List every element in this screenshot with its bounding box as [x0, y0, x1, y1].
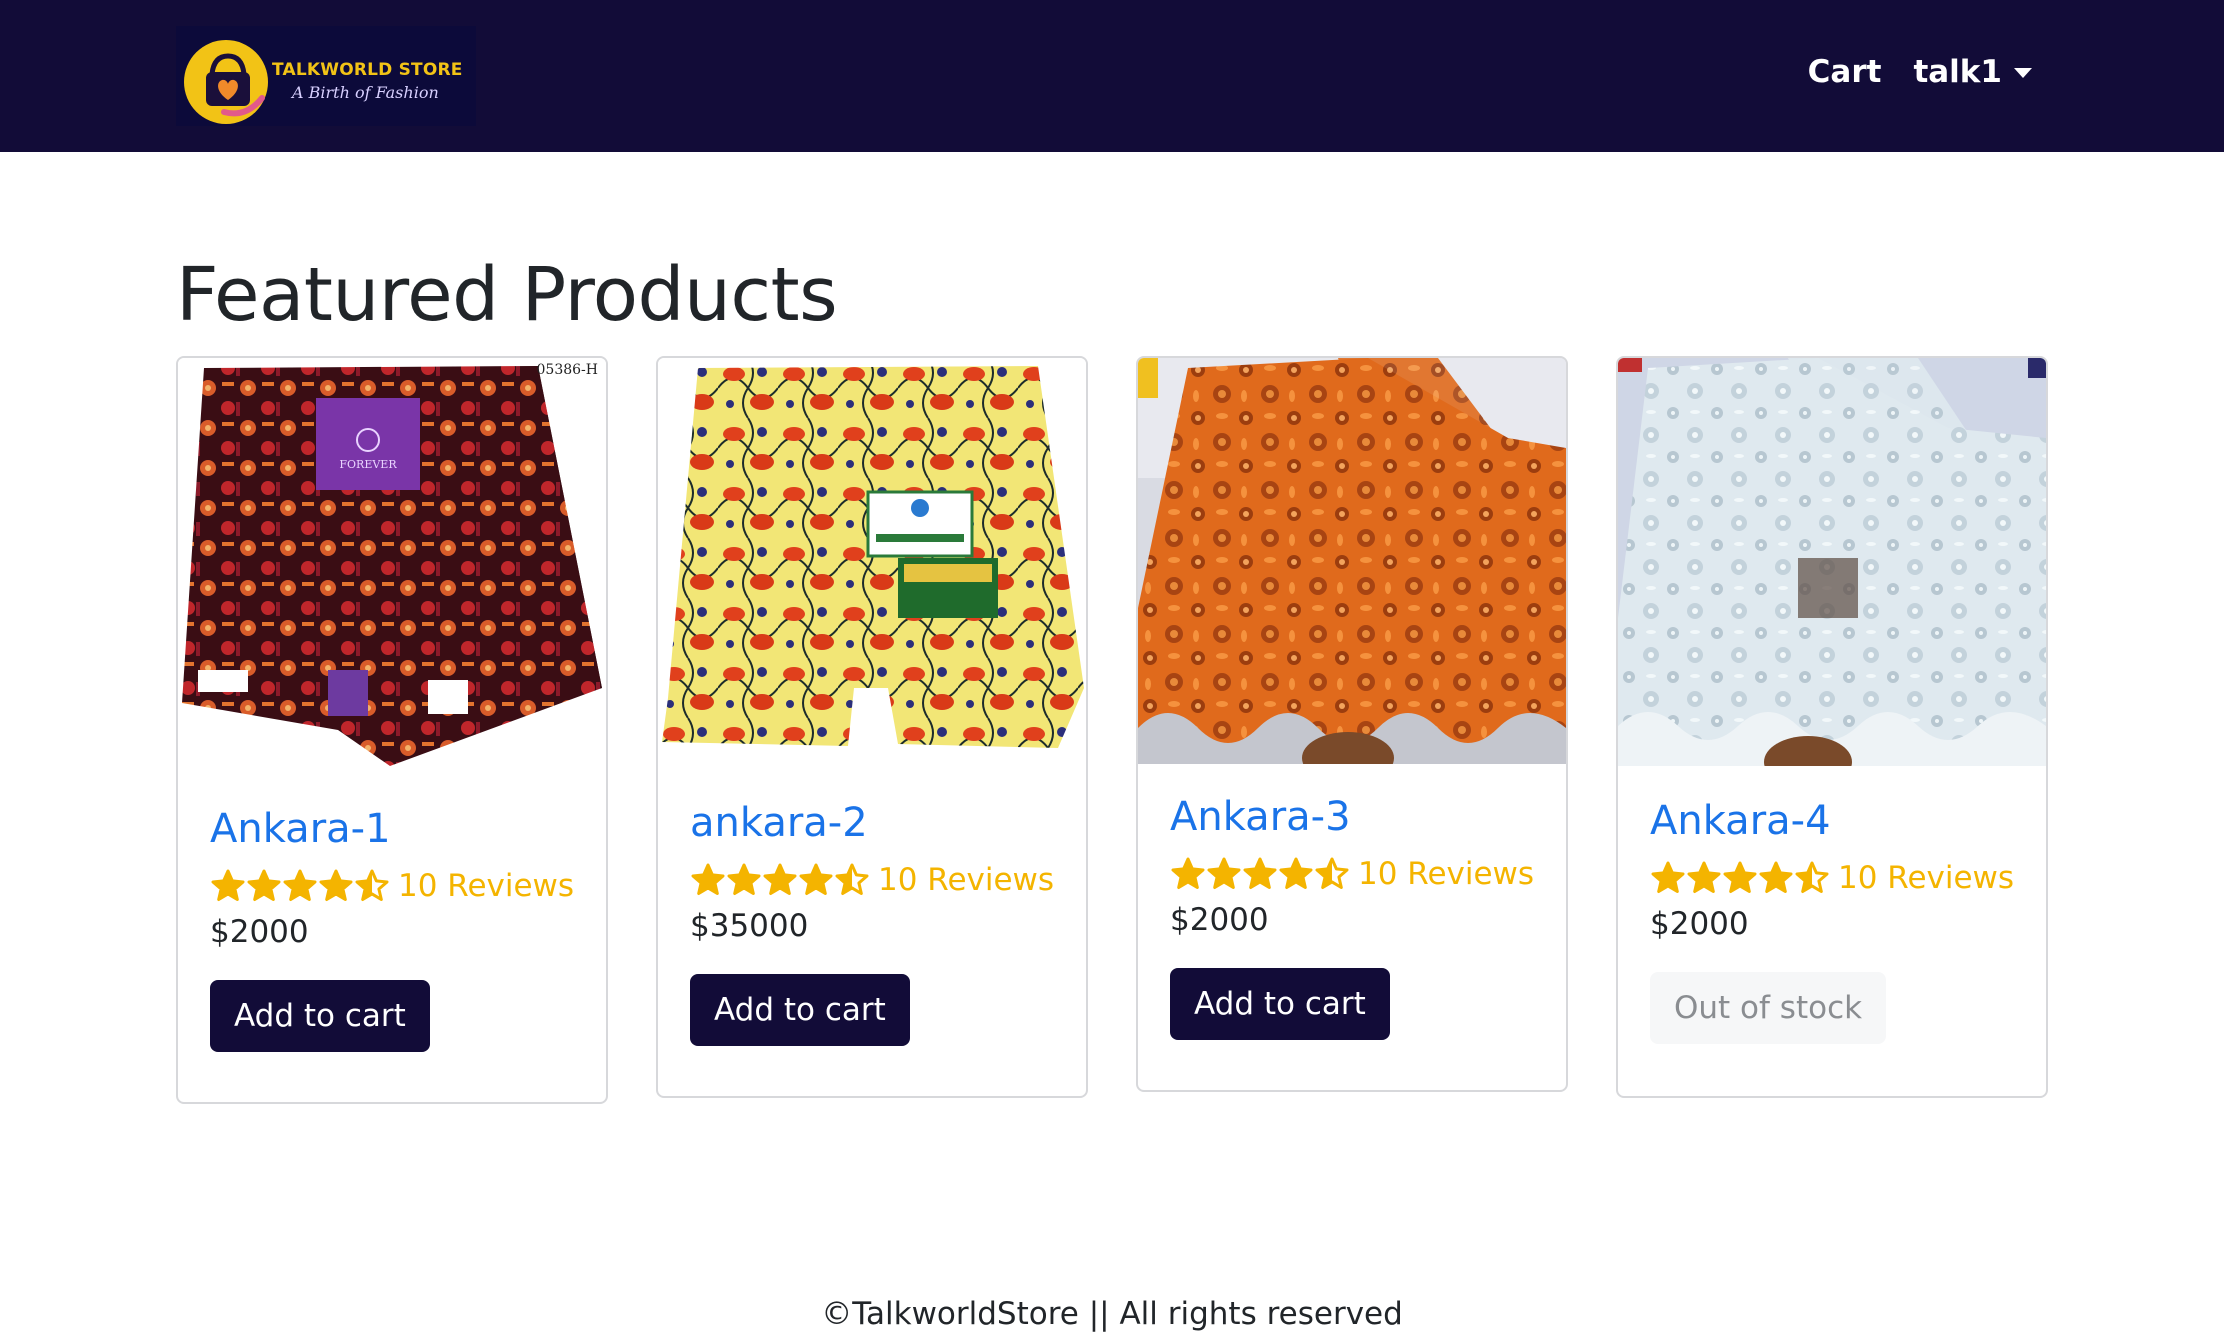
- product-card: Ankara-4 10 Reviews $2000 Out of stock: [1616, 356, 2048, 1098]
- reviews-count[interactable]: 10 Reviews: [1358, 856, 1534, 892]
- product-title-link[interactable]: ankara-2: [690, 800, 1054, 846]
- reviews-count[interactable]: 10 Reviews: [1838, 860, 2014, 896]
- star-full-icon: [1759, 861, 1793, 893]
- nav-cart-link[interactable]: Cart: [1808, 54, 1882, 90]
- star-full-icon: [1651, 861, 1685, 893]
- product-price: $2000: [210, 914, 309, 950]
- product-price: $2000: [1170, 902, 1269, 938]
- caret-down-icon: [2014, 68, 2032, 78]
- star-half-icon: [355, 869, 389, 901]
- product-card: FOREVER 05386-H Ankara-1 10 Reviews $200…: [176, 356, 608, 1104]
- star-full-icon: [1207, 857, 1241, 889]
- product-card-body: Ankara-1 10 Reviews $2000 Add to cart: [210, 806, 574, 1052]
- star-half-icon: [835, 863, 869, 895]
- star-rating-icon: [1170, 856, 1350, 892]
- product-image[interactable]: FOREVER 05386-H: [178, 358, 606, 768]
- nav-user-label: talk1: [1913, 54, 2002, 90]
- star-full-icon: [1723, 861, 1757, 893]
- star-full-icon: [211, 869, 245, 901]
- add-to-cart-button[interactable]: Add to cart: [210, 980, 430, 1052]
- star-rating-icon: [690, 862, 870, 898]
- star-full-icon: [1243, 857, 1277, 889]
- product-title-link[interactable]: Ankara-1: [210, 806, 574, 852]
- star-full-icon: [1171, 857, 1205, 889]
- product-rating: 10 Reviews: [1650, 860, 2014, 896]
- star-half-icon: [1315, 857, 1349, 889]
- product-rating: 10 Reviews: [210, 868, 574, 904]
- product-rating: 10 Reviews: [690, 862, 1054, 898]
- star-full-icon: [727, 863, 761, 895]
- add-to-cart-button[interactable]: Add to cart: [690, 974, 910, 1046]
- product-card: Ankara-3 10 Reviews $2000 Add to cart: [1136, 356, 1568, 1092]
- add-to-cart-button[interactable]: Add to cart: [1170, 968, 1390, 1040]
- logo-tagline: A Birth of Fashion: [292, 83, 439, 102]
- navbar: TALKWORLD STORE A Birth of Fashion Cart …: [0, 0, 2224, 152]
- star-full-icon: [799, 863, 833, 895]
- star-full-icon: [763, 863, 797, 895]
- product-card: ankara-2 10 Reviews $35000 Add to cart: [656, 356, 1088, 1098]
- nav-user-dropdown[interactable]: talk1: [1913, 54, 2032, 90]
- reviews-count[interactable]: 10 Reviews: [878, 862, 1054, 898]
- fabric-tag-text: FOREVER: [339, 458, 397, 471]
- product-image[interactable]: [658, 358, 1086, 768]
- star-full-icon: [1687, 861, 1721, 893]
- image-code-label: 05386-H: [537, 362, 598, 378]
- star-full-icon: [283, 869, 317, 901]
- product-rating: 10 Reviews: [1170, 856, 1534, 892]
- star-rating-icon: [1650, 860, 1830, 896]
- star-full-icon: [247, 869, 281, 901]
- star-half-icon: [1795, 861, 1829, 893]
- reviews-count[interactable]: 10 Reviews: [398, 868, 574, 904]
- footer-copyright: ©TalkworldStore || All rights reserved: [821, 1296, 1403, 1332]
- star-full-icon: [1279, 857, 1313, 889]
- logo-title: TALKWORLD STORE: [272, 60, 463, 80]
- product-price: $2000: [1650, 906, 1749, 942]
- star-full-icon: [691, 863, 725, 895]
- product-image[interactable]: [1618, 358, 2046, 766]
- product-title-link[interactable]: Ankara-3: [1170, 794, 1534, 840]
- out-of-stock-button[interactable]: Out of stock: [1650, 972, 1887, 1044]
- nav-links: Cart talk1: [1808, 54, 2032, 90]
- product-title-link[interactable]: Ankara-4: [1650, 798, 2014, 844]
- product-card-body: Ankara-3 10 Reviews $2000 Add to cart: [1170, 794, 1534, 1040]
- product-price: $35000: [690, 908, 809, 944]
- product-card-body: Ankara-4 10 Reviews $2000 Out of stock: [1650, 798, 2014, 1044]
- star-full-icon: [319, 869, 353, 901]
- product-card-body: ankara-2 10 Reviews $35000 Add to cart: [690, 800, 1054, 1046]
- store-logo[interactable]: TALKWORLD STORE A Birth of Fashion: [176, 26, 476, 126]
- product-image[interactable]: [1138, 358, 1566, 764]
- page-title: Featured Products: [176, 252, 838, 338]
- star-rating-icon: [210, 868, 390, 904]
